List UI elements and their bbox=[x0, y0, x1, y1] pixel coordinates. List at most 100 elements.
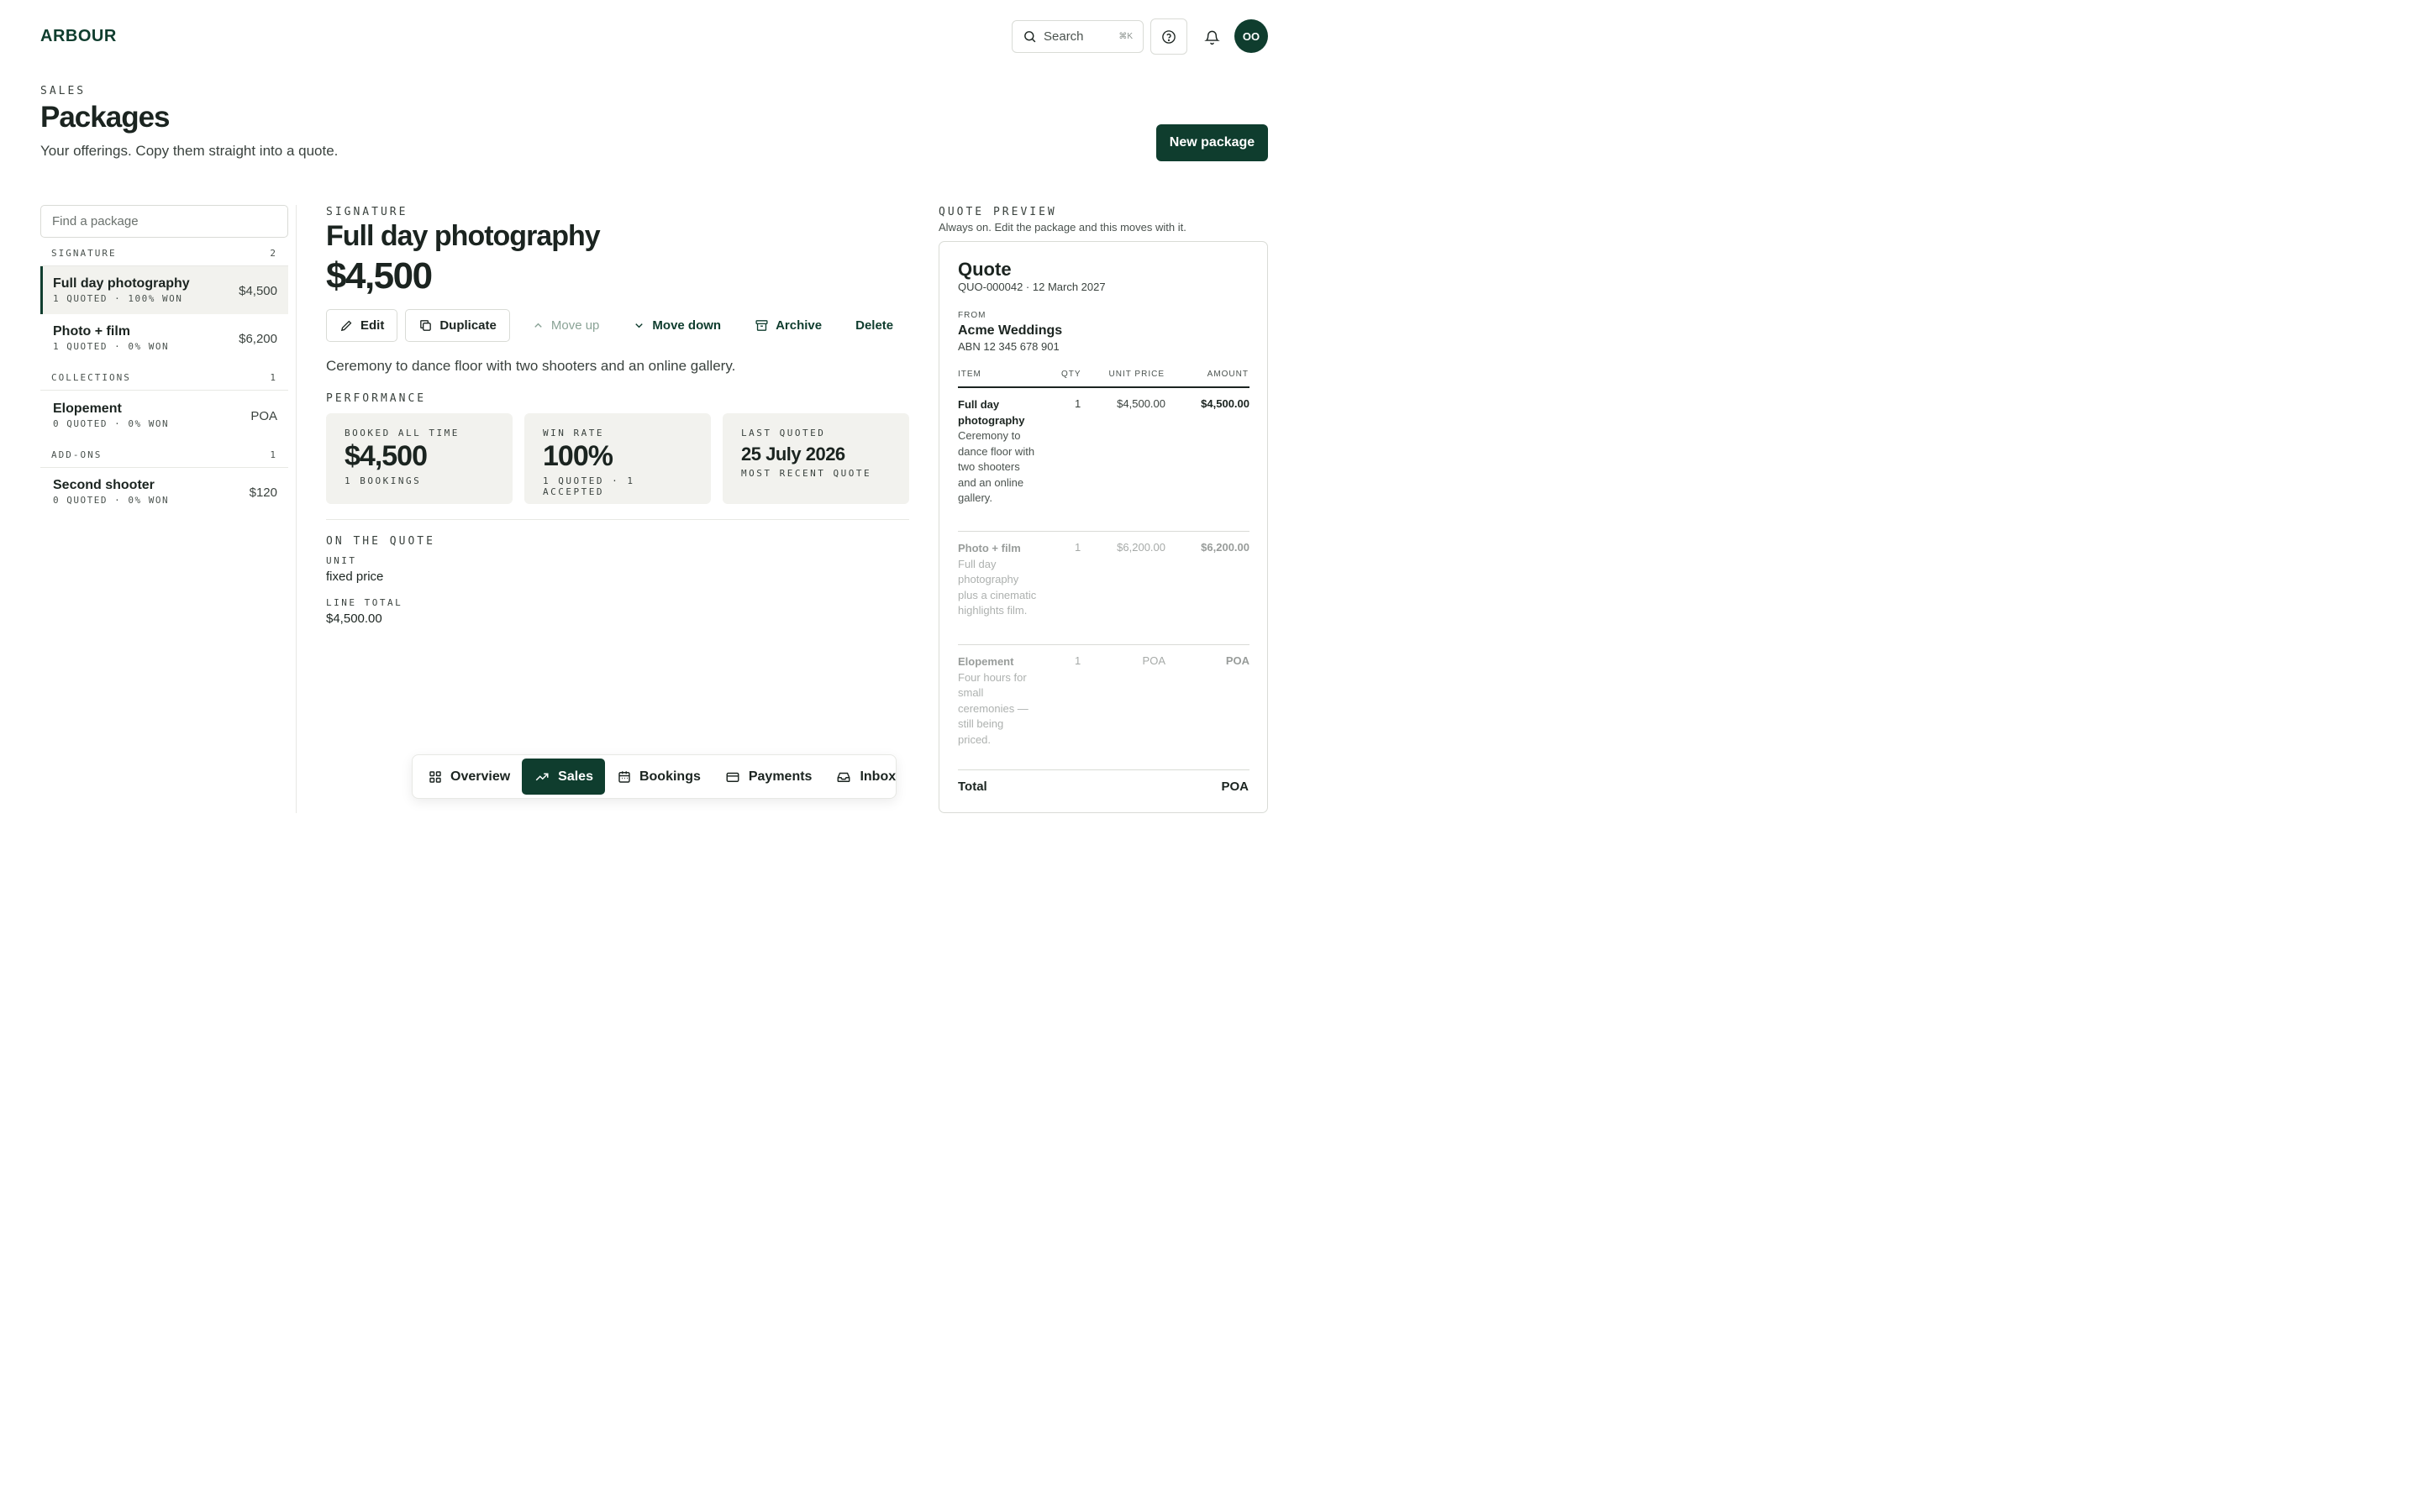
package-meta: 0 QUOTED · 0% WON bbox=[53, 495, 170, 506]
unit-value: fixed price bbox=[326, 570, 384, 584]
quote-line-item: Elopement Four hours for small ceremonies… bbox=[958, 654, 1038, 748]
nav-item-sales[interactable]: Sales bbox=[522, 759, 605, 795]
nav-label: Payments bbox=[748, 769, 813, 784]
new-package-button[interactable]: New package bbox=[1156, 124, 1268, 161]
line-total-value: $4,500.00 bbox=[326, 612, 382, 626]
quote-line-qty: 1 bbox=[1075, 541, 1081, 554]
quote-preview-card: Quote QUO-000042 · 12 March 2027 FROM Ac… bbox=[939, 241, 1268, 813]
package-price: $4,500 bbox=[239, 284, 277, 298]
quote-line-name: Full day photography bbox=[958, 398, 1025, 427]
archive-button[interactable]: Archive bbox=[755, 309, 822, 342]
detail-group: SIGNATURE bbox=[326, 206, 408, 218]
inbox-icon bbox=[835, 769, 852, 785]
duplicate-label: Duplicate bbox=[439, 318, 497, 333]
stat-sub: 1 QUOTED · 1 ACCEPTED bbox=[543, 475, 635, 497]
nav-label: Bookings bbox=[639, 769, 701, 784]
quote-total-label: Total bbox=[958, 780, 987, 794]
help-icon bbox=[1161, 29, 1176, 45]
delete-button[interactable]: Delete bbox=[855, 309, 893, 342]
performance-heading: PERFORMANCE bbox=[326, 392, 427, 405]
quote-line-item: Photo + film Full day photography plus a … bbox=[958, 541, 1038, 619]
app-logo[interactable]: ARBOUR bbox=[40, 27, 117, 46]
quote-title: Quote bbox=[958, 259, 1012, 280]
package-meta: 0 QUOTED · 0% WON bbox=[53, 418, 170, 429]
nav-label: Overview bbox=[450, 769, 511, 784]
quote-line-unit-price: $4,500.00 bbox=[1117, 397, 1165, 410]
table-header-rule bbox=[958, 386, 1249, 388]
detail-description: Ceremony to dance floor with two shooter… bbox=[326, 358, 736, 374]
quote-line-desc: Ceremony to dance floor with two shooter… bbox=[958, 429, 1035, 504]
quote-line-desc: Four hours for small ceremonies — still … bbox=[958, 670, 1028, 746]
page-title: Packages bbox=[40, 101, 171, 134]
search-placeholder: Search bbox=[1044, 29, 1084, 44]
detail-actions: Edit Duplicate Move up Move down Archive… bbox=[326, 309, 893, 342]
stat-value: 100% bbox=[543, 440, 613, 472]
notifications-button[interactable] bbox=[1200, 25, 1223, 49]
group-count: 2 bbox=[270, 248, 277, 259]
line-total-label: LINE TOTAL bbox=[326, 597, 403, 608]
stat-label: BOOKED ALL TIME bbox=[345, 428, 460, 438]
search-box[interactable]: Search ⌘K bbox=[1012, 20, 1144, 53]
detail-price: $4,500 bbox=[326, 255, 433, 297]
archive-label: Archive bbox=[776, 318, 823, 333]
package-item-second-shooter[interactable]: Second shooter 0 QUOTED · 0% WON $120 bbox=[40, 468, 288, 516]
column-header-item: ITEM bbox=[958, 370, 981, 379]
quote-line-amount: $4,500.00 bbox=[1201, 397, 1249, 410]
nav-item-payments[interactable]: Payments bbox=[713, 759, 824, 795]
move-up-label: Move up bbox=[550, 318, 600, 333]
archive-icon bbox=[755, 318, 769, 333]
quote-line-item: Full day photography Ceremony to dance fl… bbox=[958, 397, 1038, 507]
nav-item-inbox[interactable]: Inbox bbox=[823, 759, 908, 795]
on-quote-heading: ON THE QUOTE bbox=[326, 535, 435, 548]
package-price: POA bbox=[250, 409, 277, 423]
package-item-full-day-photography[interactable]: Full day photography 1 QUOTED · 100% WON… bbox=[40, 266, 288, 314]
column-divider bbox=[296, 205, 297, 813]
bell-icon bbox=[1203, 29, 1220, 45]
stat-value: $4,500 bbox=[345, 440, 428, 472]
group-header-collections: COLLECTIONS 1 bbox=[40, 365, 288, 391]
stat-sub: MOST RECENT QUOTE bbox=[741, 468, 872, 479]
help-button[interactable] bbox=[1150, 18, 1187, 55]
column-header-qty: QTY bbox=[1061, 370, 1081, 379]
quote-from-label: FROM bbox=[958, 311, 986, 320]
row-divider bbox=[958, 644, 1249, 645]
avatar[interactable]: OO bbox=[1234, 19, 1268, 53]
quote-line-amount: $6,200.00 bbox=[1201, 541, 1249, 554]
grid-icon bbox=[428, 769, 443, 785]
move-down-button[interactable]: Move down bbox=[633, 309, 721, 342]
quote-line-unit-price: POA bbox=[1142, 654, 1165, 667]
quote-preview-heading: QUOTE PREVIEW bbox=[939, 206, 1057, 218]
duplicate-button[interactable]: Duplicate bbox=[405, 309, 510, 342]
pencil-icon bbox=[339, 318, 354, 333]
edit-button[interactable]: Edit bbox=[326, 309, 398, 342]
group-name: SIGNATURE bbox=[51, 248, 117, 259]
chevron-down-icon bbox=[633, 319, 645, 332]
chevron-up-icon bbox=[532, 319, 544, 332]
package-item-elopement[interactable]: Elopement 0 QUOTED · 0% WON POA bbox=[40, 391, 288, 439]
stat-card-booked: BOOKED ALL TIME $4,500 1 BOOKINGS bbox=[326, 413, 513, 504]
group-name: COLLECTIONS bbox=[51, 372, 131, 383]
column-header-unit-price: UNIT PRICE bbox=[1108, 370, 1165, 379]
row-divider bbox=[958, 531, 1249, 532]
credit-card-icon bbox=[724, 769, 741, 785]
quote-preview-subtitle: Always on. Edit the package and this mov… bbox=[939, 221, 1186, 234]
nav-item-bookings[interactable]: Bookings bbox=[605, 759, 713, 795]
quote-total-value: POA bbox=[1221, 780, 1249, 794]
column-header-amount: AMOUNT bbox=[1207, 370, 1249, 379]
find-package-input[interactable]: Find a package bbox=[40, 205, 288, 238]
copy-icon bbox=[418, 318, 433, 333]
stat-card-last-quoted: LAST QUOTED 25 July 2026 MOST RECENT QUO… bbox=[723, 413, 909, 504]
move-up-button[interactable]: Move up bbox=[532, 309, 600, 342]
calendar-icon bbox=[617, 769, 632, 785]
total-divider bbox=[958, 769, 1249, 770]
detail-title: Full day photography bbox=[326, 220, 601, 252]
package-name: Second shooter bbox=[53, 478, 155, 492]
page-subtitle: Your offerings. Copy them straight into … bbox=[40, 143, 339, 159]
nav-item-overview[interactable]: Overview bbox=[416, 759, 522, 795]
package-item-photo-film[interactable]: Photo + film 1 QUOTED · 0% WON $6,200 bbox=[40, 314, 288, 362]
group-count: 1 bbox=[270, 372, 277, 383]
move-down-label: Move down bbox=[652, 318, 722, 333]
stat-card-win-rate: WIN RATE 100% 1 QUOTED · 1 ACCEPTED bbox=[524, 413, 711, 504]
group-header-signature: SIGNATURE 2 bbox=[40, 241, 288, 266]
quote-abn: ABN 12 345 678 901 bbox=[958, 340, 1060, 353]
